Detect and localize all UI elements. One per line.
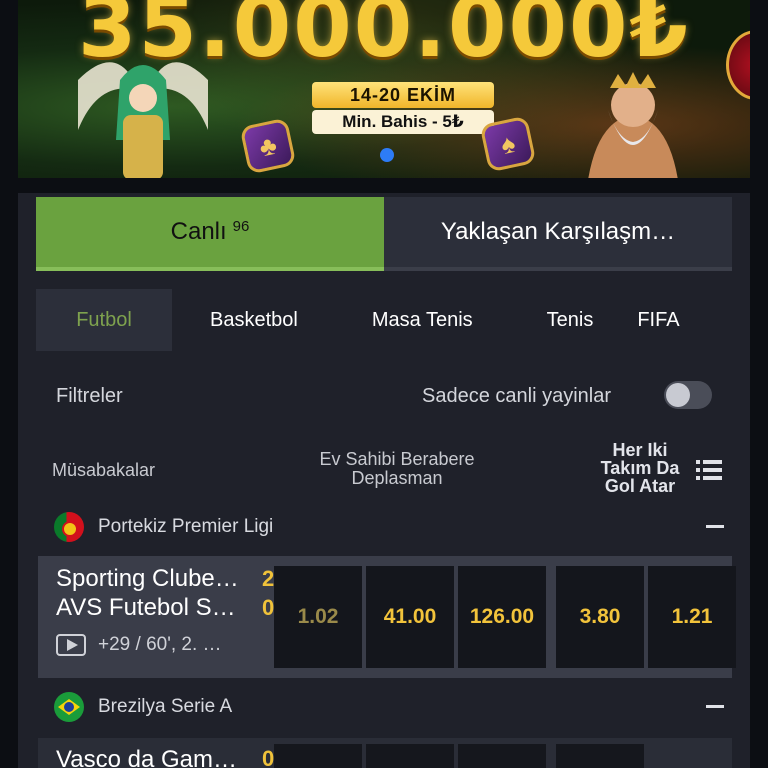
main-tabs: Canlı 96 Yaklaşan Karşılaşm… [36, 197, 732, 271]
live-stream-toggle[interactable] [664, 381, 712, 409]
portugal-flag-icon [54, 512, 84, 542]
collapse-icon[interactable] [706, 525, 724, 528]
live-stream-only-label: Sadece canli yayinlar [422, 385, 611, 407]
home-score: 2 [262, 566, 274, 591]
live-count-badge: 96 [232, 217, 250, 235]
promo-banner[interactable]: 35.000.000₺ ♣ 14-20 EKİM Min. Bahis - 5₺… [18, 0, 750, 178]
tab-upcoming-label: Yaklaşan Karşılaşm… [440, 218, 676, 245]
home-team: Sporting Clube… [56, 565, 239, 592]
sport-tab-masa-tenis[interactable]: Masa Tenis [372, 289, 473, 351]
column-matches: Müsabakalar [52, 460, 156, 480]
away-score: 0 [262, 595, 274, 620]
tab-live-label: Canlı [170, 218, 227, 245]
odd-cell[interactable] [458, 744, 546, 768]
toggle-knob [666, 383, 690, 407]
spade-chip-icon: ♠ [479, 115, 537, 173]
odd-btts-no[interactable]: 1.21 [648, 566, 736, 668]
club-chip-icon: ♣ [239, 117, 297, 175]
filters-button[interactable]: Filtreler [56, 385, 123, 408]
match-scores: 2 0 [262, 564, 274, 622]
odd-btts-yes[interactable]: 3.80 [556, 566, 644, 668]
odd-cell[interactable] [366, 744, 454, 768]
promo-amount: 35.000.000₺ [78, 0, 690, 76]
sport-tab-tenis[interactable]: Tenis [547, 289, 594, 351]
home-score: 0 [262, 746, 275, 768]
odd-home[interactable]: 1.02 [274, 566, 362, 668]
tab-upcoming[interactable]: Yaklaşan Karşılaşm… [384, 197, 732, 271]
column-1x2: Ev Sahibi Berabere Deplasman [319, 449, 475, 488]
carousel-dot[interactable] [380, 148, 394, 162]
league-header[interactable]: Portekiz Premier Ligi [54, 511, 273, 543]
odd-draw[interactable]: 41.00 [366, 566, 454, 668]
list-view-icon[interactable] [696, 459, 722, 481]
promo-min-bet: Min. Bahis - 5₺ [312, 110, 494, 134]
match-meta: +29 / 60', 2. … [56, 634, 222, 656]
brazil-flag-icon [54, 692, 84, 722]
sport-tab-futbol[interactable]: Futbol [36, 289, 172, 351]
column-btts: Her Iki Takım Da Gol Atar [600, 440, 680, 496]
match-info: +29 / 60', 2. … [98, 634, 222, 655]
match-teams: Sporting Clube… AVS Futebol S… [56, 564, 256, 622]
brand-seal-icon [726, 30, 750, 100]
away-team: AVS Futebol S… [56, 594, 236, 621]
sport-tabs: Futbol Basketbol Masa Tenis Tenis FIFA [36, 289, 732, 351]
odd-cell[interactable] [274, 744, 362, 768]
match-row[interactable]: Vasco da Gam… 0 [38, 738, 732, 768]
match-row[interactable]: Sporting Clube… AVS Futebol S… 2 0 +29 /… [38, 556, 736, 678]
zeus-character-image [588, 72, 678, 178]
odd-away[interactable]: 126.00 [458, 566, 546, 668]
home-team: Vasco da Gam… [56, 746, 237, 768]
sport-tab-basketbol[interactable]: Basketbol [210, 289, 298, 351]
sportsbook-panel: Canlı 96 Yaklaşan Karşılaşm… Futbol Baske… [18, 193, 750, 768]
league-header[interactable]: Brezilya Serie A [54, 691, 232, 723]
sport-tab-fifa[interactable]: FIFA [637, 289, 679, 351]
live-stream-icon[interactable] [56, 634, 86, 656]
league-name: Brezilya Serie A [98, 696, 233, 717]
tab-live[interactable]: Canlı 96 [36, 197, 384, 271]
promo-dates: 14-20 EKİM [312, 82, 494, 108]
league-name: Portekiz Premier Ligi [98, 516, 274, 537]
odd-cell[interactable] [556, 744, 644, 768]
collapse-icon[interactable] [706, 705, 724, 708]
